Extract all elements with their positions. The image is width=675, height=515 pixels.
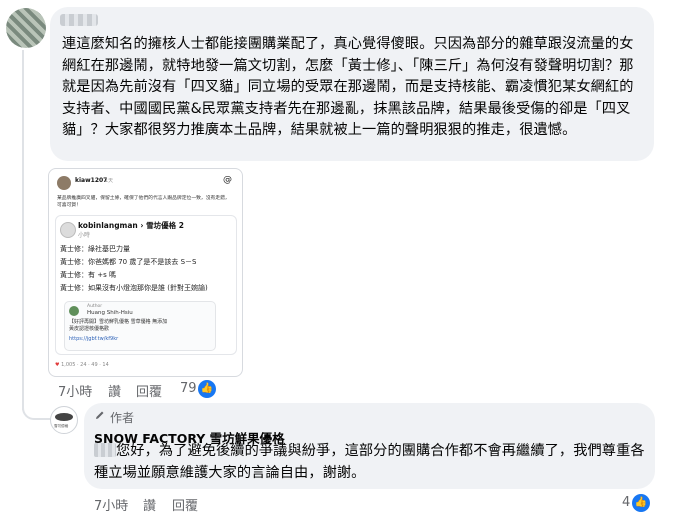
avatar: [60, 222, 76, 238]
reply-button[interactable]: 回覆: [136, 381, 162, 400]
quoted-post-author: kobinlangman › 雪坊優格 2: [78, 221, 184, 230]
page-avatar[interactable]: 雪坊優格: [50, 406, 78, 434]
avatar: [69, 306, 79, 316]
quoted-line: 黃士修：綠社基巴力量: [60, 245, 130, 253]
author-badge: 作者: [110, 411, 135, 425]
attached-screenshot[interactable]: kiaw1207 1天 @ 某品牌推廣四叉貓，保留土條，確保了他們的代言人跟品牌…: [48, 168, 243, 377]
thumbs-up-icon[interactable]: 👍: [632, 494, 650, 512]
commenter-avatar[interactable]: [6, 8, 46, 48]
heart-icon: ♥: [55, 362, 60, 368]
threads-time: 1天: [105, 178, 114, 184]
card-author-name: Huang Shih-Hsiu: [87, 310, 133, 316]
reaction-count[interactable]: 4: [622, 495, 630, 510]
quoted-line: 黃士修：有 +s 嗎: [60, 271, 116, 279]
thread-line: [22, 50, 24, 410]
thumbs-up-icon[interactable]: 👍: [198, 380, 216, 398]
logo-icon: [55, 413, 73, 421]
threads-stats: ♥ 1,005 · 24 · 49 · 14: [55, 362, 109, 368]
reply-time[interactable]: 7小時: [94, 495, 128, 514]
link-card: Author Huang Shih-Hsiu 【好評再開】雪坊鮮乳優格 雪草優格…: [64, 301, 216, 351]
avatar-text: 雪坊優格: [54, 424, 69, 428]
quoted-post: kobinlangman › 雪坊優格 2 小時 黃士修：綠社基巴力量 黃士修：…: [55, 215, 237, 355]
threads-post-text: 某品牌推廣四叉貓，保留土條，確保了他們的代言人跟品牌定位一致，沒有走錯，可喜可賀…: [57, 196, 230, 208]
quoted-line: 黃士修：如果沒有小燈泡那你是誰 (針對王婉諭): [60, 284, 208, 292]
quoted-post-time: 小時: [78, 232, 91, 239]
avatar: [57, 176, 71, 190]
threads-username: kiaw1207: [75, 177, 108, 184]
thread-connector: [22, 400, 50, 420]
reaction-count[interactable]: 79: [180, 381, 197, 396]
comment-text: 連這麼知名的擁核人士都能接團購業配了，真心覺得傻眼。只因為部分的雜草跟沒流量的女…: [62, 36, 634, 139]
reply-text: 您好，為了避免後續的爭議與紛爭，這部分的團購合作都不會再繼續了，我們尊重各種立場…: [94, 443, 645, 481]
threads-stats-values: 1,005 · 24 · 49 · 14: [61, 362, 109, 368]
reply-button[interactable]: 回覆: [172, 495, 198, 514]
like-button[interactable]: 讚: [108, 381, 121, 400]
comment-time[interactable]: 7小時: [58, 381, 92, 400]
pen-icon: [96, 411, 104, 419]
card-link: https://jgbf.tw/kf9kr: [69, 336, 119, 342]
quoted-line: 黃士修：你爸媽都 70 歲了是不是該去 S－S: [60, 258, 197, 266]
commenter-name-blurred[interactable]: [60, 14, 98, 26]
threads-logo-icon: @: [223, 175, 232, 185]
like-button[interactable]: 讚: [143, 495, 156, 514]
card-text: 【好評再開】雪坊鮮乳優格 雪草優格 無添加 黃皮認證核優格歡: [69, 319, 168, 332]
card-author-label: Author: [87, 304, 103, 309]
